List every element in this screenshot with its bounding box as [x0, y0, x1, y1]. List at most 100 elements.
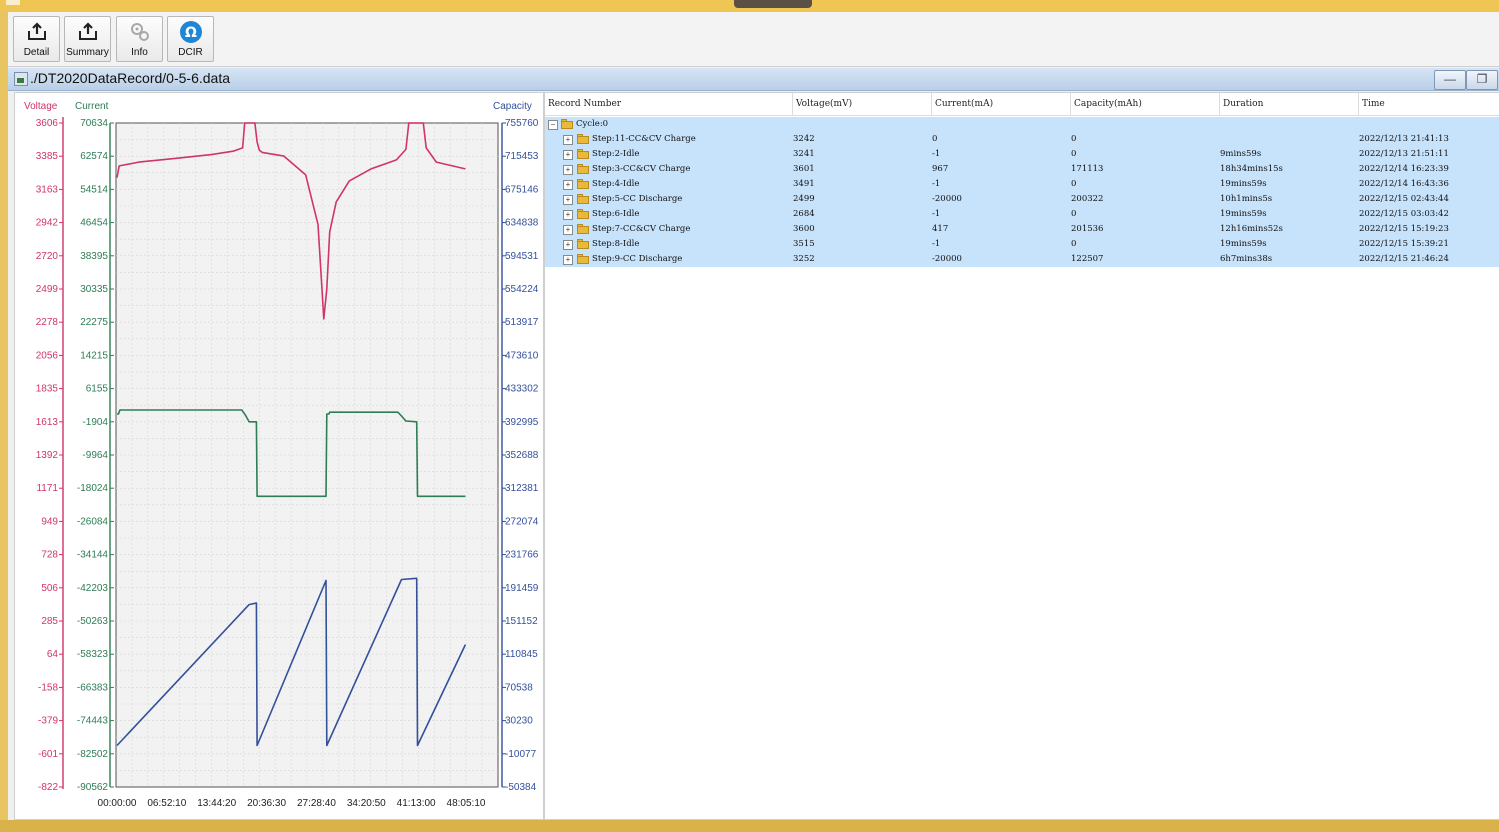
cell-name: Step:8-Idle [592, 239, 640, 249]
cell-time: 2022/12/13 21:51:11 [1359, 149, 1449, 159]
capacity-tick-label: 70538 [505, 682, 533, 693]
expand-icon[interactable]: + [563, 135, 573, 145]
capacity-tick-label: 352688 [505, 450, 539, 461]
cell-name: Step:3-CC&CV Charge [592, 164, 691, 174]
restore-icon: ❐ [1476, 72, 1488, 86]
cell-duration: 12h16mins52s [1220, 224, 1283, 234]
column-header-voltage[interactable]: Voltage(mV) [792, 93, 931, 115]
capacity-tick-label: -50384 [505, 782, 537, 793]
cell-capacity: 0 [1071, 209, 1077, 219]
column-header-current[interactable]: Current(mA) [931, 93, 1070, 115]
window-menu-icon[interactable] [6, 0, 20, 5]
voltage-tick-label: 2942 [36, 218, 59, 229]
table-row[interactable]: + Step:7-CC&CV Charge 3600 417 201536 12h16mi… [545, 222, 1499, 237]
expand-icon[interactable]: + [563, 150, 573, 160]
cell-duration: 6h7mins38s [1220, 254, 1273, 264]
cell-current: -20000 [932, 194, 962, 204]
summary-label: Summary [66, 47, 109, 58]
folder-icon [577, 254, 589, 264]
voltage-tick-label: -379 [38, 716, 58, 727]
detail-button[interactable]: Detail [13, 16, 60, 62]
cell-name: Step:2-Idle [592, 149, 640, 159]
ohm-icon: Ω [168, 21, 213, 43]
dcir-button[interactable]: Ω DCIR [167, 16, 214, 62]
column-header-time[interactable]: Time [1358, 93, 1499, 115]
cell-time: 2022/12/15 21:46:24 [1359, 254, 1449, 264]
capacity-tick-label: 272074 [505, 516, 539, 527]
table-row[interactable]: + Step:2-Idle 3241 -1 0 9mins59s 2022/12/13 21… [545, 147, 1499, 162]
summary-button[interactable]: Summary [64, 16, 111, 62]
column-header-capacity[interactable]: Capacity(mAh) [1070, 93, 1219, 115]
cell-name: Step:6-Idle [592, 209, 640, 219]
current-tick-label: -1904 [82, 417, 108, 428]
x-tick-label: 13:44:20 [197, 798, 236, 809]
voltage-tick-label: 2499 [36, 284, 59, 295]
folder-icon [561, 119, 573, 129]
cell-time: 2022/12/15 15:19:23 [1359, 224, 1449, 234]
expand-icon[interactable]: + [563, 210, 573, 220]
voltage-tick-label: 2056 [36, 350, 59, 361]
capacity-axis-title: Capacity [493, 101, 532, 112]
folder-icon [577, 194, 589, 204]
cell-name: Step:5-CC Discharge [592, 194, 683, 204]
cell-time: 2022/12/15 03:03:42 [1359, 209, 1449, 219]
table-row[interactable]: + Step:4-Idle 3491 -1 0 19mins59s 2022/12/14 1… [545, 177, 1499, 192]
capacity-tick-label: 675146 [505, 184, 539, 195]
cell-duration: 9mins59s [1220, 149, 1262, 159]
detail-label: Detail [23, 47, 50, 58]
capacity-tick-label: 30230 [505, 716, 533, 727]
column-header-duration[interactable]: Duration [1219, 93, 1358, 115]
cell-voltage: 3242 [793, 134, 815, 144]
expand-icon[interactable]: + [563, 195, 573, 205]
voltage-tick-label: 2720 [36, 251, 59, 262]
cell-capacity: 200322 [1071, 194, 1104, 204]
folder-icon [577, 164, 589, 174]
cell-duration: 18h34mins15s [1220, 164, 1283, 174]
collapse-icon[interactable]: − [548, 120, 558, 130]
folder-icon [577, 134, 589, 144]
current-tick-label: -90562 [77, 782, 109, 793]
cell-time: 2022/12/13 21:41:13 [1359, 134, 1449, 144]
cell-duration: 19mins59s [1220, 239, 1267, 249]
cell-duration: 19mins59s [1220, 209, 1267, 219]
info-button[interactable]: Info [116, 16, 163, 62]
x-tick-label: 00:00:00 [98, 798, 137, 809]
current-tick-label: -34144 [77, 550, 109, 561]
expand-icon[interactable]: + [563, 165, 573, 175]
minimize-button[interactable]: — [1434, 70, 1466, 90]
cell-time: 2022/12/15 15:39:21 [1359, 239, 1449, 249]
toolbar: Detail Summary Info Ω DCIR [8, 12, 1499, 67]
cell-current: -1 [932, 239, 941, 249]
table-row[interactable]: + Step:8-Idle 3515 -1 0 19mins59s 2022/12/15 1… [545, 237, 1499, 252]
capacity-tick-label: 151152 [505, 616, 538, 627]
expand-icon[interactable]: + [563, 240, 573, 250]
capacity-tick-label: 755760 [505, 118, 539, 129]
cell-voltage: 3241 [793, 149, 815, 159]
table-row[interactable]: + Step:11-CC&CV Charge 3242 0 0 2022/12/13 21… [545, 132, 1499, 147]
x-tick-label: 41:13:00 [397, 798, 436, 809]
folder-icon [577, 239, 589, 249]
os-title-strip [0, 0, 1499, 12]
cell-duration: 19mins59s [1220, 179, 1267, 189]
expand-icon[interactable]: + [563, 180, 573, 190]
restore-button[interactable]: ❐ [1466, 70, 1498, 90]
table-row[interactable]: + Step:3-CC&CV Charge 3601 967 171113 18h34mi… [545, 162, 1499, 177]
gears-icon [117, 21, 162, 43]
current-tick-label: -50263 [77, 616, 109, 627]
voltage-tick-label: 64 [47, 649, 59, 660]
capacity-tick-label: 594531 [505, 251, 539, 262]
expand-icon[interactable]: + [563, 225, 573, 235]
tree-row-cycle[interactable]: − Cycle:0 [545, 117, 1499, 132]
x-tick-label: 06:52:10 [147, 798, 186, 809]
cell-current: -1 [932, 209, 941, 219]
table-row[interactable]: + Step:5-CC Discharge 2499 -20000 200322 10h1… [545, 192, 1499, 207]
table-row[interactable]: + Step:6-Idle 2684 -1 0 19mins59s 2022/12/15 0… [545, 207, 1499, 222]
table-row[interactable]: + Step:9-CC Discharge 3252 -20000 122507 6h7m… [545, 252, 1499, 267]
cell-current: -1 [932, 149, 941, 159]
expand-icon[interactable]: + [563, 255, 573, 265]
current-axis-title: Current [75, 101, 109, 112]
battery-test-chart: Voltage Current Capacity 3606 70634 755760 338… [24, 101, 539, 809]
minimize-icon: — [1444, 72, 1456, 86]
column-header-record-number[interactable]: Record Number [545, 93, 791, 115]
cell-voltage: 3601 [793, 164, 815, 174]
